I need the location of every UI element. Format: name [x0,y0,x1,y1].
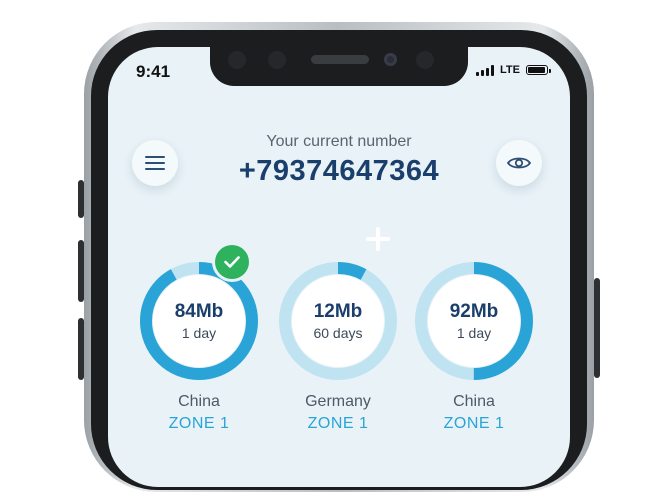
sensor-icon [228,51,246,69]
package-country: China [178,393,220,410]
add-package-plus-icon[interactable] [366,227,390,251]
package-zone: ZONE 1 [443,415,505,432]
sensor-icon [268,51,286,69]
package-amount: 12Mb [313,301,363,322]
battery-icon [526,65,551,75]
status-time: 9:41 [136,62,171,81]
package-period: 1 day [456,325,492,341]
package-amount: 84Mb [174,301,224,322]
package-period: 60 days [313,325,363,341]
sensor-icon [416,51,434,69]
package-amount: 92Mb [449,301,499,322]
package-period: 1 day [181,325,217,341]
signal-strength-icon [476,64,495,76]
speaker-grille [311,55,369,64]
ring-center: 92Mb 1 day [428,275,520,367]
current-number-caption: Your current number [266,133,412,150]
package-zone: ZONE 1 [168,415,230,432]
status-indicators: LTE [476,64,551,76]
current-phone-number: +79374647364 [238,155,440,187]
power-button [594,278,600,378]
network-type: LTE [500,64,520,76]
selected-checkmark-icon [215,245,249,279]
ring-center: 12Mb 60 days [292,275,384,367]
app-screen: 9:41 LTE Your current number +7937464736… [108,47,570,487]
ring-center: 84Mb 1 day [153,275,245,367]
package-country: China [453,393,495,410]
front-camera-icon [384,53,397,66]
notch [210,47,468,86]
